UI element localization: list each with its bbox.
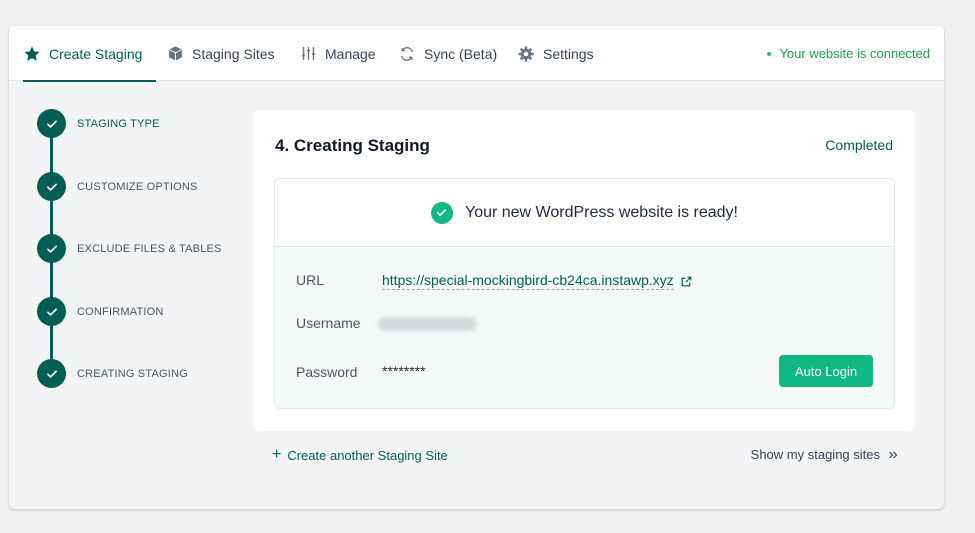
tab-label: Sync (Beta): [424, 45, 498, 62]
tab-label: Create Staging: [49, 45, 143, 62]
step-progress: STAGING TYPE CUSTOMIZE OPTIONS EXCLUDE F…: [9, 81, 249, 509]
check-icon: [37, 297, 66, 326]
password-label: Password: [296, 364, 358, 380]
step-exclude-files-tables: EXCLUDE FILES & TABLES: [37, 234, 222, 263]
star-icon: [23, 45, 41, 63]
check-icon: [37, 234, 66, 263]
gear-icon: [517, 45, 535, 63]
tab-create-staging[interactable]: Create Staging: [23, 26, 157, 82]
plus-icon: +: [272, 446, 282, 463]
url-label: URL: [296, 272, 325, 288]
tab-settings[interactable]: Settings: [517, 26, 594, 81]
tab-bar: Create Staging Staging Sites Manage Sync…: [9, 26, 944, 82]
tab-sync-beta[interactable]: Sync (Beta): [398, 26, 497, 81]
show-sites-label: Show my staging sites: [750, 447, 880, 462]
tab-staging-sites[interactable]: Staging Sites: [166, 26, 275, 81]
tab-label: Manage: [325, 45, 376, 62]
sync-icon: [398, 45, 416, 63]
creating-staging-card: 4. Creating Staging Completed Your new W…: [253, 110, 915, 431]
external-link-icon[interactable]: [680, 275, 693, 288]
staging-panel: Create Staging Staging Sites Manage Sync…: [9, 26, 944, 509]
site-url-link[interactable]: https://special-mockingbird-cb24ca.insta…: [382, 272, 674, 290]
step-creating-staging: CREATING STAGING: [37, 359, 188, 388]
step-confirmation: CONFIRMATION: [37, 297, 164, 326]
url-row: https://special-mockingbird-cb24ca.insta…: [382, 272, 693, 290]
step-label: EXCLUDE FILES & TABLES: [77, 242, 222, 255]
ready-banner: Your new WordPress website is ready!: [275, 179, 894, 247]
credentials-section: URL https://special-mockingbird-cb24ca.i…: [275, 247, 894, 408]
site-details-box: Your new WordPress website is ready! URL…: [274, 178, 895, 409]
username-value-redacted: [378, 317, 476, 334]
tab-label: Staging Sites: [192, 45, 275, 62]
card-title: 4. Creating Staging: [275, 136, 430, 155]
auto-login-button[interactable]: Auto Login: [779, 355, 873, 387]
create-another-staging-link[interactable]: + Create another Staging Site: [272, 447, 448, 463]
step-label: CUSTOMIZE OPTIONS: [77, 180, 198, 193]
connection-status-text: Your website is connected: [779, 46, 930, 61]
box-icon: [166, 45, 184, 63]
step-customize-options: CUSTOMIZE OPTIONS: [37, 172, 198, 201]
step-staging-type: STAGING TYPE: [37, 109, 160, 138]
ready-message: Your new WordPress website is ready!: [464, 203, 738, 221]
show-staging-sites-link[interactable]: Show my staging sites: [751, 447, 899, 462]
step-label: CONFIRMATION: [77, 305, 164, 318]
step-label: CREATING STAGING: [77, 367, 188, 380]
tab-label: Settings: [543, 45, 594, 62]
create-another-label: Create another Staging Site: [287, 447, 448, 463]
sliders-icon: [299, 45, 317, 63]
tab-manage[interactable]: Manage: [299, 26, 376, 81]
check-icon: [37, 172, 66, 201]
status-dot-icon: [767, 51, 772, 56]
check-icon: [37, 359, 66, 388]
password-value: ********: [382, 363, 426, 379]
connection-status: Your website is connected: [767, 26, 930, 81]
check-icon: [37, 109, 66, 138]
status-badge: Completed: [825, 137, 893, 153]
username-label: Username: [296, 315, 361, 331]
double-chevron-right-icon: [887, 449, 899, 461]
step-label: STAGING TYPE: [77, 117, 160, 130]
check-circle-icon: [430, 201, 453, 224]
